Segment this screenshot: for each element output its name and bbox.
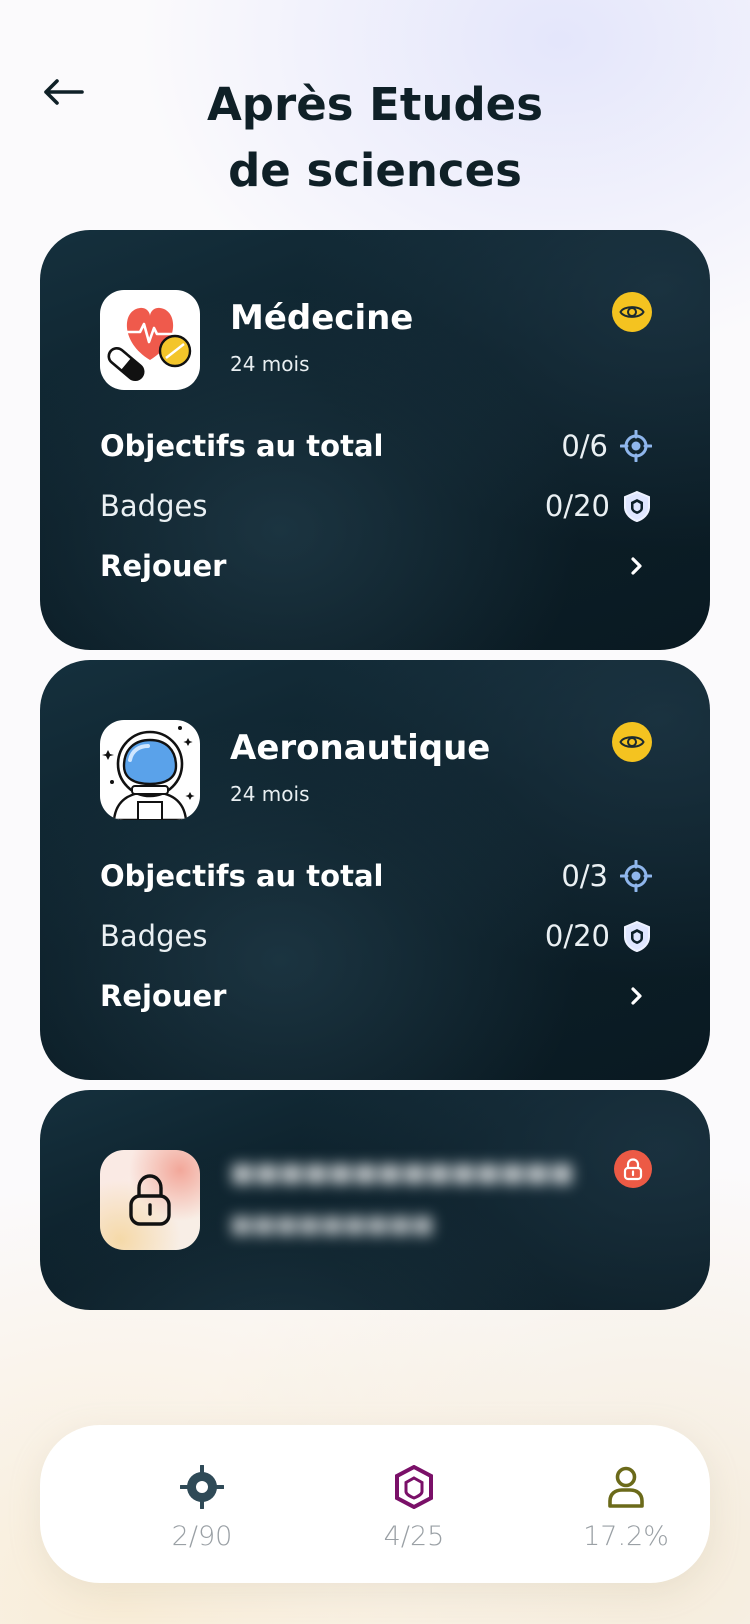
objectives-value: 0/3 bbox=[561, 859, 608, 893]
locked-course-name: ■■■■■■■■■■■■■■ bbox=[230, 1158, 574, 1188]
medicine-icon bbox=[100, 290, 200, 390]
shield-icon bbox=[624, 490, 650, 522]
locked-course-duration: ■■■■■■■■■ bbox=[230, 1210, 435, 1238]
view-button[interactable] bbox=[612, 292, 652, 332]
view-button[interactable] bbox=[612, 722, 652, 762]
course-card-medecine[interactable]: Médecine 24 mois Objectifs au total 0/6 … bbox=[40, 230, 710, 650]
bottom-stats-bar: 2/90 4/25 17.2% bbox=[40, 1425, 710, 1583]
stat-badges-value: 4/25 bbox=[383, 1521, 445, 1552]
course-card-locked[interactable]: ■■■■■■■■■■■■■■ ■■■■■■■■■ bbox=[40, 1090, 710, 1310]
target-icon bbox=[620, 860, 652, 892]
hexagon-badge-icon bbox=[395, 1465, 433, 1509]
target-icon bbox=[620, 430, 652, 462]
badges-label: Badges bbox=[100, 919, 208, 953]
objectives-row: Objectifs au total 0/6 bbox=[100, 426, 652, 466]
badges-row: Badges 0/20 bbox=[100, 916, 652, 956]
padlock-icon bbox=[100, 1150, 200, 1250]
course-name: Médecine bbox=[230, 298, 414, 338]
eye-icon bbox=[619, 306, 645, 318]
course-duration: 24 mois bbox=[230, 352, 310, 376]
page-title-line2: de sciences bbox=[228, 144, 522, 197]
course-name: Aeronautique bbox=[230, 728, 491, 768]
shield-icon bbox=[624, 920, 650, 952]
user-icon bbox=[608, 1466, 644, 1508]
stat-profile[interactable]: 17.2% bbox=[526, 1425, 726, 1583]
objectives-label: Objectifs au total bbox=[100, 429, 384, 463]
stat-objectives-value: 2/90 bbox=[171, 1521, 233, 1552]
replay-button[interactable]: Rejouer bbox=[100, 546, 652, 586]
objectives-row: Objectifs au total 0/3 bbox=[100, 856, 652, 896]
stat-objectives[interactable]: 2/90 bbox=[102, 1425, 302, 1583]
target-icon bbox=[180, 1465, 224, 1509]
badges-value: 0/20 bbox=[544, 489, 610, 523]
replay-label: Rejouer bbox=[100, 979, 227, 1013]
badges-label: Badges bbox=[100, 489, 208, 523]
course-duration: 24 mois bbox=[230, 782, 310, 806]
lock-icon bbox=[623, 1158, 643, 1181]
page-title: Après Etudes de sciences bbox=[0, 72, 750, 204]
replay-label: Rejouer bbox=[100, 549, 227, 583]
eye-icon bbox=[619, 736, 645, 748]
course-card-aeronautique[interactable]: Aeronautique 24 mois Objectifs au total … bbox=[40, 660, 710, 1080]
objectives-value: 0/6 bbox=[561, 429, 608, 463]
chevron-right-icon bbox=[631, 557, 642, 575]
badges-row: Badges 0/20 bbox=[100, 486, 652, 526]
replay-button[interactable]: Rejouer bbox=[100, 976, 652, 1016]
astronaut-icon bbox=[100, 720, 200, 820]
chevron-right-icon bbox=[631, 987, 642, 1005]
objectives-label: Objectifs au total bbox=[100, 859, 384, 893]
stat-profile-value: 17.2% bbox=[583, 1521, 669, 1552]
lock-badge bbox=[614, 1150, 652, 1188]
stat-badges[interactable]: 4/25 bbox=[314, 1425, 514, 1583]
page-title-line1: Après Etudes bbox=[206, 78, 543, 131]
badges-value: 0/20 bbox=[544, 919, 610, 953]
